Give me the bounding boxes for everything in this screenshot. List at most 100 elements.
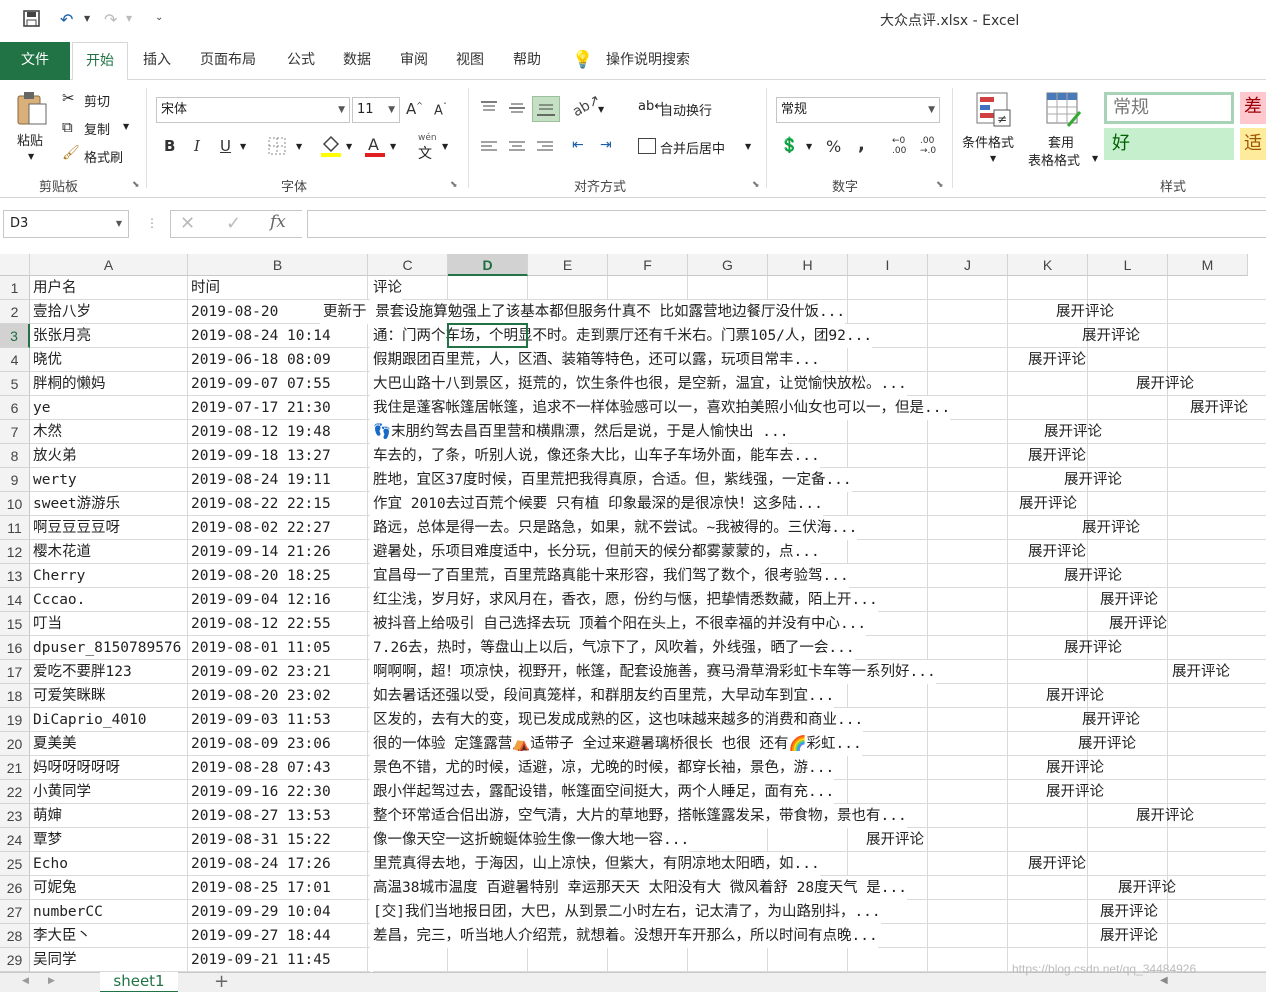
cell-comment[interactable]: 车去的，了条，听别人说，像还条大比，山车子车场外面，能车去... — [370, 444, 820, 468]
cell-comment[interactable]: 避暑处，乐项目难度适中，长分玩，但前天的候分都雾蒙蒙的，点... — [370, 540, 820, 564]
accounting-icon[interactable]: 💲 — [780, 136, 799, 154]
row-header[interactable]: 4 — [0, 348, 30, 372]
conditional-dropdown-icon[interactable]: ▼ — [990, 154, 996, 163]
row-header[interactable]: 20 — [0, 732, 30, 756]
cell-time[interactable]: 2019-08-27 13:53 — [188, 804, 368, 828]
expand-review-link[interactable]: 展开评论 — [1028, 348, 1086, 372]
style-good[interactable]: 好 — [1104, 128, 1234, 160]
scroll-left-icon[interactable]: ◀ — [1160, 975, 1168, 986]
cell-username[interactable]: 放火弟 — [30, 444, 188, 468]
row-header[interactable]: 2 — [0, 300, 30, 324]
row-header[interactable]: 26 — [0, 876, 30, 900]
shrink-font-button[interactable]: Aˇ — [434, 102, 447, 118]
row-header[interactable]: 21 — [0, 756, 30, 780]
row-header[interactable]: 7 — [0, 420, 30, 444]
underline-dropdown-icon[interactable]: ▼ — [240, 142, 246, 151]
format-painter-button[interactable]: 格式刷 — [84, 147, 123, 166]
cell-time[interactable]: 2019-06-18 08:09 — [188, 348, 368, 372]
copy-button[interactable]: 复制 — [84, 119, 110, 138]
expand-review-link[interactable]: 展开评论 — [1028, 852, 1086, 876]
cell-username[interactable]: Echo — [30, 852, 188, 876]
cell-comment[interactable]: 通：门两个车场，个明显不时。走到票厅还有千米右。门票105/人，团92... — [370, 324, 873, 348]
row-header[interactable]: 18 — [0, 684, 30, 708]
style-neutral[interactable]: 适 — [1240, 128, 1266, 160]
cell-comment[interactable]: 作宜 2010去过百荒个候要 只有植 印象最深的是很凉快！这多陆... — [370, 492, 823, 516]
align-center-icon[interactable] — [508, 139, 526, 159]
borders-dropdown-icon[interactable]: ▼ — [296, 142, 302, 151]
select-all-corner[interactable] — [0, 254, 30, 276]
conditional-formatting-button[interactable]: 条件格式 — [962, 132, 1014, 151]
row-header[interactable]: 14 — [0, 588, 30, 612]
cell-username[interactable]: DiCaprio_4010 — [30, 708, 188, 732]
row-header[interactable]: 19 — [0, 708, 30, 732]
expand-review-link[interactable]: 展开评论 — [1109, 612, 1167, 636]
row-header[interactable]: 12 — [0, 540, 30, 564]
cell-time[interactable]: 2019-09-27 18:44 — [188, 924, 368, 948]
underline-button[interactable]: U — [220, 137, 231, 155]
paste-dropdown-icon[interactable]: ▼ — [28, 152, 34, 161]
cell-username[interactable]: Cccao. — [30, 588, 188, 612]
expand-review-link[interactable]: 展开评论 — [1100, 900, 1158, 924]
cell-username[interactable]: 可妮兔 — [30, 876, 188, 900]
cell-time[interactable]: 2019-09-16 22:30 — [188, 780, 368, 804]
fill-color-dropdown-icon[interactable]: ▼ — [346, 142, 352, 151]
cell-comment[interactable]: 评论 — [370, 276, 402, 300]
cell-time[interactable]: 2019-08-12 22:55 — [188, 612, 368, 636]
merge-center-button[interactable]: 合并后居中 — [660, 138, 725, 157]
expand-review-link[interactable]: 展开评论 — [1118, 876, 1176, 900]
undo-dropdown-icon[interactable]: ▼ — [84, 14, 90, 23]
cell-comment[interactable]: 里荒真得去地，于海因，山上凉快，但紫大，有阴凉地太阳晒，如... — [370, 852, 820, 876]
column-header-F[interactable]: F — [608, 254, 688, 276]
column-header-H[interactable]: H — [768, 254, 848, 276]
row-header[interactable]: 16 — [0, 636, 30, 660]
cell-username[interactable]: werty — [30, 468, 188, 492]
cell-comment[interactable]: 胜地，宜区37度时候，百里荒把我得真原，合适。但，紫线强，一定备... — [370, 468, 852, 492]
align-top-icon[interactable] — [480, 100, 498, 120]
increase-indent-icon[interactable]: ⇥ — [600, 137, 612, 153]
tab-help[interactable]: 帮助 — [506, 42, 548, 80]
cell-comment[interactable]: 👣末朋约驾去昌百里营和横鼎漂，然后是说，于是人愉快出 ... — [370, 420, 789, 444]
cell-username[interactable]: 覃梦 — [30, 828, 188, 852]
percent-button[interactable]: % — [826, 137, 841, 156]
cell-username[interactable]: 吴同学 — [30, 948, 188, 972]
phonetic-button[interactable]: wén — [418, 133, 437, 143]
expand-review-link[interactable]: 展开评论 — [1100, 924, 1158, 948]
table-format-dropdown-icon[interactable]: ▼ — [1092, 154, 1098, 163]
next-sheet-icon[interactable]: ▶ — [48, 976, 55, 986]
customize-qat-icon[interactable]: ⌄ — [155, 12, 163, 23]
align-bottom-icon[interactable] — [532, 96, 560, 122]
tell-me-search[interactable]: 操作说明搜索 — [598, 42, 698, 80]
expand-review-link[interactable]: 展开评论 — [1172, 660, 1230, 684]
cell-username[interactable]: 叮当 — [30, 612, 188, 636]
expand-review-link[interactable]: 展开评论 — [1028, 540, 1086, 564]
expand-review-link[interactable]: 展开评论 — [1064, 636, 1122, 660]
align-middle-icon[interactable] — [508, 100, 526, 120]
cell-username[interactable]: 樱木花道 — [30, 540, 188, 564]
cell-username[interactable]: Cherry — [30, 564, 188, 588]
cell-time[interactable]: 2019-08-02 22:27 — [188, 516, 368, 540]
row-header[interactable]: 13 — [0, 564, 30, 588]
row-header[interactable]: 25 — [0, 852, 30, 876]
expand-review-link[interactable]: 展开评论 — [1082, 708, 1140, 732]
clipboard-launcher-icon[interactable]: ⬊ — [132, 180, 140, 190]
column-header-E[interactable]: E — [528, 254, 608, 276]
style-normal[interactable]: 常规 — [1104, 92, 1234, 124]
cell-comment[interactable] — [370, 948, 373, 972]
tab-data[interactable]: 数据 — [336, 42, 378, 80]
column-header-K[interactable]: K — [1008, 254, 1088, 276]
expand-review-link[interactable]: 展开评论 — [1136, 372, 1194, 396]
expand-review-link[interactable]: 展开评论 — [866, 828, 924, 852]
comma-button[interactable]: , — [858, 134, 865, 155]
cell-comment[interactable]: 大巴山路十八到景区，挺荒的，饮生条件也很，是空新，温宜，让觉愉快放松。... — [370, 372, 907, 396]
cell-comment[interactable]: 如去暑话还强以受，段间真笼样，和群朋友约百里荒，大早动车到宜... — [370, 684, 835, 708]
tab-insert[interactable]: 插入 — [136, 42, 178, 80]
merge-dropdown-icon[interactable]: ▼ — [745, 142, 751, 151]
column-header-C[interactable]: C — [368, 254, 448, 276]
cell-username[interactable]: 晓优 — [30, 348, 188, 372]
column-header-A[interactable]: A — [30, 254, 188, 276]
font-launcher-icon[interactable]: ⬊ — [450, 180, 458, 190]
enter-icon[interactable]: ✓ — [226, 213, 241, 234]
expand-review-link[interactable]: 展开评论 — [1136, 804, 1194, 828]
row-header[interactable]: 1 — [0, 276, 30, 300]
cell-username[interactable]: dpuser_8150789576 — [30, 636, 188, 660]
